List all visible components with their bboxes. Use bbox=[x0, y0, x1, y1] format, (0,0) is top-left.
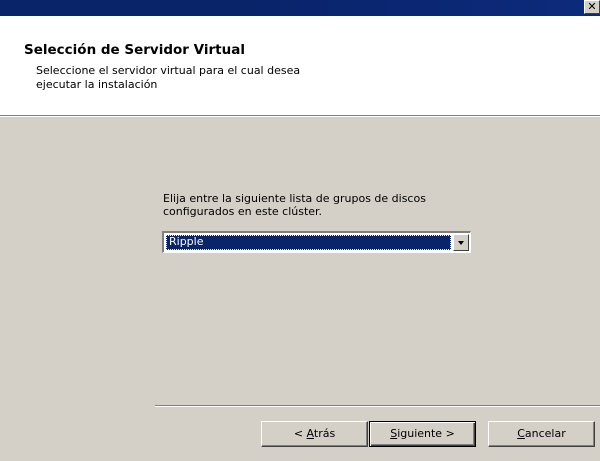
button-divider-highlight bbox=[155, 406, 600, 407]
header-divider bbox=[0, 116, 600, 117]
window-titlebar bbox=[0, 0, 600, 16]
page-subtitle: Seleccione el servidor virtual para el c… bbox=[36, 64, 301, 91]
next-button[interactable]: Siguiente > bbox=[369, 421, 476, 447]
page-title: Selección de Servidor Virtual bbox=[24, 42, 245, 58]
close-button[interactable]: ✕ bbox=[584, 0, 600, 14]
chevron-down-icon[interactable] bbox=[453, 234, 469, 251]
close-icon: ✕ bbox=[587, 0, 597, 13]
disk-group-selected-value[interactable]: Ripple bbox=[166, 235, 451, 250]
wizard-header: Selección de Servidor Virtual Seleccione… bbox=[0, 16, 600, 116]
cancel-button[interactable]: Cancelar bbox=[488, 421, 595, 447]
instruction-text: Elija entre la siguiente lista de grupos… bbox=[163, 192, 426, 218]
back-button[interactable]: < Atrás bbox=[261, 421, 368, 447]
disk-group-select[interactable]: Ripple bbox=[162, 231, 471, 253]
